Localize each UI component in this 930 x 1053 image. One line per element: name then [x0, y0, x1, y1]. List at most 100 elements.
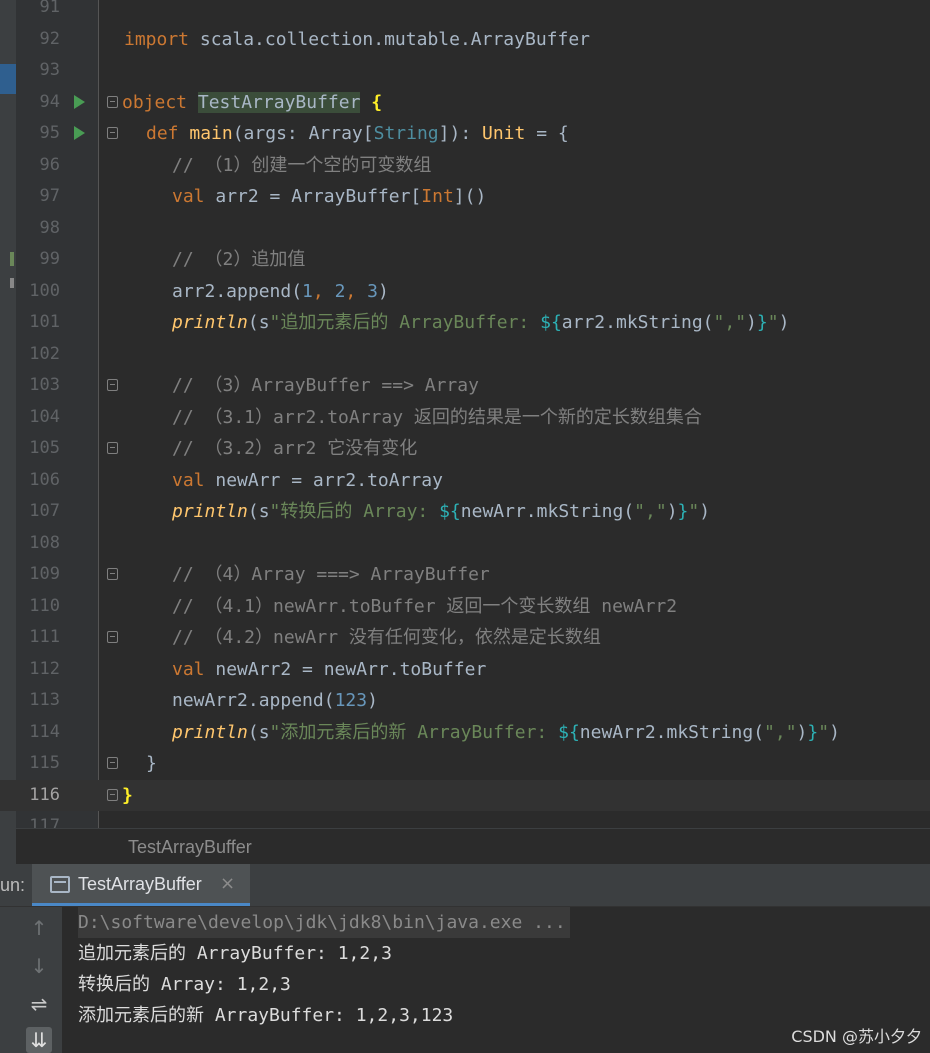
line-number: 104: [29, 406, 60, 427]
line-number: 103: [29, 375, 60, 395]
code-line[interactable]: 117: [0, 811, 930, 828]
code-line[interactable]: 102: [0, 339, 930, 371]
fold-icon[interactable]: [107, 95, 118, 108]
code-comment: // （1）创建一个空的可变数组: [172, 154, 432, 176]
code-line[interactable]: 97 val arr2 = ArrayBuffer[Int](): [0, 181, 930, 213]
line-number: 110: [29, 595, 60, 616]
code-text: def main(args: Array[String]): Unit = {: [146, 123, 569, 144]
code-editor[interactable]: 91 92 import scala.collection.mutable.Ar…: [0, 0, 930, 828]
line-number: 111: [29, 627, 60, 647]
line-number: 107: [29, 501, 60, 521]
line-number: 92: [39, 28, 60, 49]
code-line[interactable]: 96 // （1）创建一个空的可变数组: [0, 150, 930, 182]
tab-label: TestArrayBuffer: [78, 874, 202, 894]
scroll-to-end-icon[interactable]: ⇊: [26, 1027, 52, 1053]
line-number: 93: [39, 60, 60, 80]
code-line[interactable]: 95 def main(args: Array[String]): Unit =…: [0, 118, 930, 150]
code-text: }: [146, 753, 157, 774]
line-number: 91: [39, 0, 60, 17]
watermark: CSDN @苏小夕夕: [791, 1027, 922, 1046]
code-line[interactable]: 114 println(s"添加元素后的新 ArrayBuffer: ${new…: [0, 717, 930, 749]
code-text: println(s"添加元素后的新 ArrayBuffer: ${newArr2…: [172, 721, 840, 743]
up-arrow-icon[interactable]: ↑: [26, 915, 52, 941]
code-line[interactable]: 92 import scala.collection.mutable.Array…: [0, 24, 930, 56]
line-number: 105: [29, 438, 60, 458]
run-gutter-icon[interactable]: [74, 126, 85, 140]
code-text: arr2.append(1, 2, 3): [172, 280, 389, 302]
fold-icon[interactable]: [107, 568, 118, 580]
code-line[interactable]: 93: [0, 55, 930, 87]
code-text: newArr2.append(123): [172, 690, 378, 711]
fold-icon[interactable]: [107, 442, 118, 454]
code-line[interactable]: 91: [0, 0, 930, 24]
line-number: 115: [29, 753, 60, 773]
line-number: 96: [39, 154, 60, 175]
console-toolbar: ↑ ↓ ⇌ ⇊: [16, 907, 62, 1053]
breadcrumb-item[interactable]: TestArrayBuffer: [128, 837, 252, 858]
code-line[interactable]: 100 arr2.append(1, 2, 3): [0, 276, 930, 308]
code-comment: // （4）Array ===> ArrayBuffer: [172, 564, 490, 585]
run-label: un:: [0, 875, 26, 895]
code-comment: // （3.1）arr2.toArray 返回的结果是一个新的定长数组集合: [172, 406, 702, 428]
line-number: 100: [29, 280, 60, 301]
code-line[interactable]: 105 // （3.2）arr2 它没有变化: [0, 433, 930, 465]
run-header: un: TestArrayBuffer ×: [0, 864, 930, 907]
code-comment: // （4.1）newArr.toBuffer 返回一个变长数组 newArr2: [172, 595, 678, 617]
line-number: 95: [39, 123, 60, 143]
code-text: object TestArrayBuffer {: [122, 91, 383, 113]
down-arrow-icon[interactable]: ↓: [26, 953, 52, 979]
fold-icon[interactable]: [107, 757, 118, 769]
line-number: 114: [29, 721, 60, 742]
line-number: 97: [39, 186, 60, 206]
console-icon: [50, 876, 70, 893]
code-line[interactable]: 112 val newArr2 = newArr.toBuffer: [0, 654, 930, 686]
project-tool-strip: [0, 829, 16, 865]
code-line[interactable]: 110 // （4.1）newArr.toBuffer 返回一个变长数组 new…: [0, 591, 930, 623]
line-number: 112: [29, 658, 60, 679]
code-text: println(s"追加元素后的 ArrayBuffer: ${arr2.mkS…: [172, 312, 790, 333]
fold-icon[interactable]: [107, 127, 118, 139]
code-text: val newArr = arr2.toArray: [172, 469, 443, 491]
fold-icon[interactable]: [107, 788, 118, 801]
code-line[interactable]: 103 // （3）ArrayBuffer ==> Array: [0, 370, 930, 402]
code-comment: // （2）追加值: [172, 249, 306, 270]
code-line[interactable]: 109 // （4）Array ===> ArrayBuffer: [0, 559, 930, 591]
line-number: 113: [29, 690, 60, 710]
line-number: 102: [29, 343, 60, 364]
code-line[interactable]: 108: [0, 528, 930, 560]
line-number: 117: [29, 816, 60, 828]
current-code-line[interactable]: 116 }: [0, 779, 930, 811]
code-comment: // （3.2）arr2 它没有变化: [172, 438, 418, 459]
code-line[interactable]: 115 }: [0, 748, 930, 780]
code-line[interactable]: 98: [0, 213, 930, 245]
run-gutter-icon[interactable]: [74, 94, 85, 109]
line-number: 108: [29, 532, 60, 553]
console-output-line: 转换后的 Array: 1,2,3: [78, 974, 291, 995]
code-line[interactable]: 111 // （4.2）newArr 没有任何变化，依然是定长数组: [0, 622, 930, 654]
code-text: }: [122, 784, 133, 806]
code-line[interactable]: 113 newArr2.append(123): [0, 685, 930, 717]
code-line[interactable]: 106 val newArr = arr2.toArray: [0, 465, 930, 497]
line-number: 116: [29, 784, 60, 805]
fold-icon[interactable]: [107, 631, 118, 643]
soft-wrap-icon[interactable]: ⇌: [26, 991, 52, 1017]
code-line[interactable]: 99 // （2）追加值: [0, 244, 930, 276]
code-line[interactable]: 104 // （3.1）arr2.toArray 返回的结果是一个新的定长数组集…: [0, 402, 930, 434]
code-line[interactable]: 101 println(s"追加元素后的 ArrayBuffer: ${arr2…: [0, 307, 930, 339]
code-comment: // （4.2）newArr 没有任何变化，依然是定长数组: [172, 627, 601, 648]
run-tool-window: un: TestArrayBuffer × ↑ ↓ ⇌ ⇊ D:\softwar…: [0, 864, 930, 1053]
breadcrumb[interactable]: TestArrayBuffer: [0, 828, 930, 865]
code-line[interactable]: 107 println(s"转换后的 Array: ${newArr.mkStr…: [0, 496, 930, 528]
code-line[interactable]: 94 object TestArrayBuffer {: [0, 87, 930, 119]
code-comment: // （3）ArrayBuffer ==> Array: [172, 375, 479, 396]
tab-run-config[interactable]: TestArrayBuffer ×: [32, 864, 250, 906]
line-number: 106: [29, 469, 60, 490]
console-command-line: D:\software\develop\jdk\jdk8\bin\java.ex…: [78, 907, 570, 938]
side-toolbar: [0, 907, 12, 1053]
code-text: import scala.collection.mutable.ArrayBuf…: [124, 28, 590, 50]
fold-icon[interactable]: [107, 379, 118, 391]
code-text: val newArr2 = newArr.toBuffer: [172, 658, 487, 680]
code-text: println(s"转换后的 Array: ${newArr.mkString(…: [172, 501, 711, 522]
close-icon[interactable]: ×: [220, 873, 235, 894]
code-text: val arr2 = ArrayBuffer[Int](): [172, 186, 487, 207]
